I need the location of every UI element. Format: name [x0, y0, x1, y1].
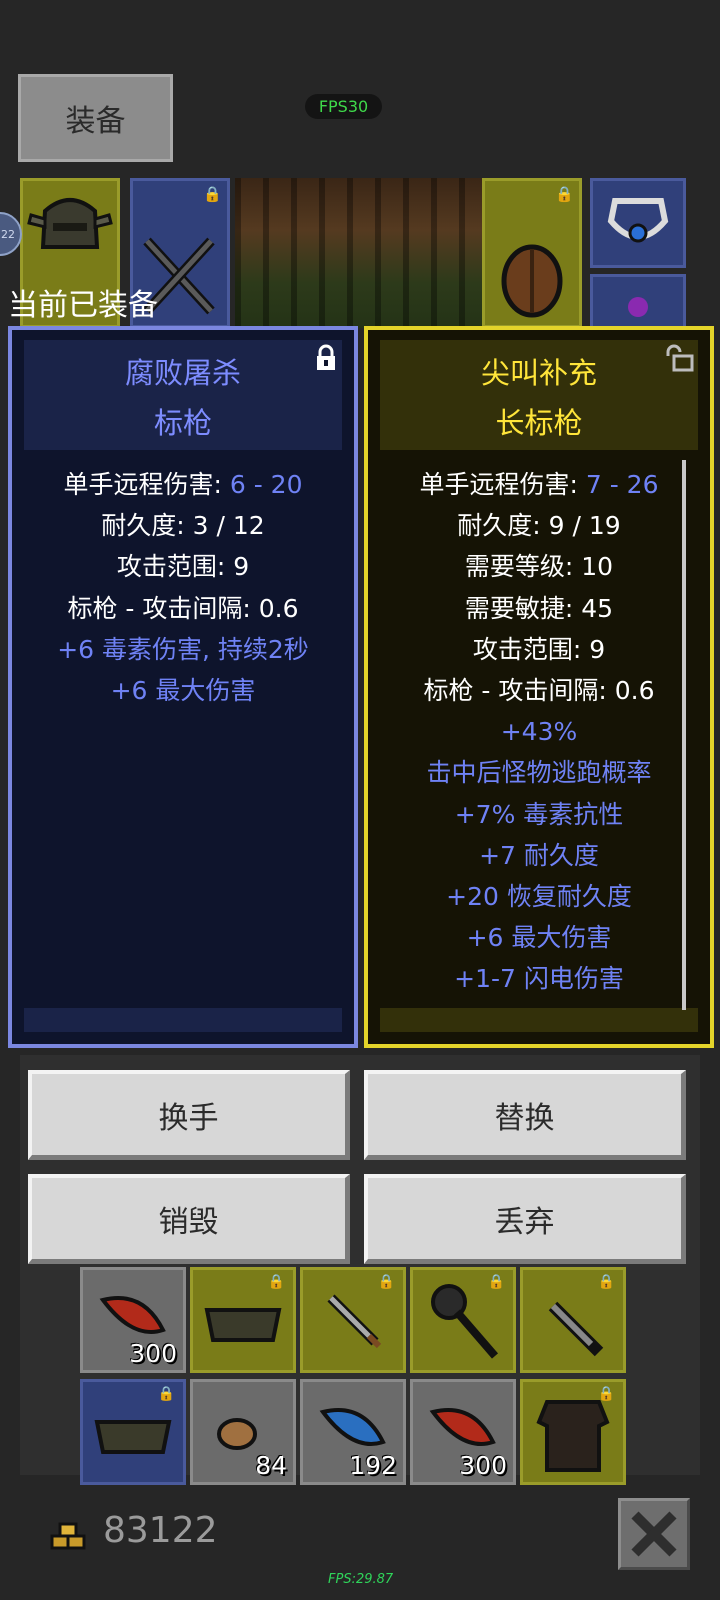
- inventory-slot[interactable]: 300: [80, 1267, 186, 1373]
- stat-durability: 耐久度: 9 / 19: [457, 511, 621, 541]
- destroy-label: 销毁: [158, 1204, 219, 1240]
- mod-line: +7 耐久度: [479, 840, 599, 870]
- item-type: 标枪: [153, 406, 212, 440]
- stat-value: 6 - 20: [229, 470, 303, 499]
- close-icon: [631, 1511, 677, 1557]
- inventory-slot[interactable]: 🔒: [80, 1379, 186, 1485]
- item-stats: 单手远程伤害: 7 - 26 耐久度: 9 / 19 需要等级: 10 需要敏捷…: [368, 464, 710, 1000]
- mod-line: +20 恢复耐久度: [446, 882, 632, 912]
- item-stats: 单手远程伤害: 6 - 20 耐久度: 3 / 12 攻击范围: 9 标枪 - …: [12, 464, 354, 711]
- stat-value: 7 - 26: [585, 470, 659, 499]
- inventory-slot[interactable]: 🔒: [300, 1267, 406, 1373]
- stack-count: 192: [349, 1451, 397, 1480]
- lock-icon: 🔒: [487, 1274, 505, 1290]
- stat-required-dex: 需要敏捷: 45: [464, 593, 614, 623]
- stat-durability: 耐久度: 3 / 12: [101, 511, 265, 541]
- ring-slot[interactable]: [590, 274, 686, 328]
- destroy-button[interactable]: 销毁: [28, 1174, 350, 1264]
- stat-damage: 单手远程伤害: 7 - 26: [368, 464, 710, 505]
- item-name: 尖叫补充: [480, 356, 597, 390]
- lock-icon: 🔒: [377, 1274, 395, 1290]
- equipped-label: 当前已装备: [8, 288, 158, 323]
- ring-icon: [628, 297, 648, 317]
- inventory-slot[interactable]: 🔒: [190, 1267, 296, 1373]
- close-button[interactable]: [618, 1498, 690, 1570]
- stat-range: 攻击范围: 9: [116, 552, 250, 582]
- lock-icon: 🔒: [597, 1274, 615, 1290]
- amulet-slot[interactable]: [590, 178, 686, 268]
- stat-attack-interval: 标枪 - 攻击间隔: 0.6: [423, 676, 655, 706]
- mod-line: +7% 毒素抗性: [454, 799, 624, 829]
- fps-counter: FPS:29.87: [328, 1572, 394, 1587]
- unlocked-icon[interactable]: [664, 344, 694, 372]
- stat-range: 攻击范围: 9: [472, 634, 606, 664]
- mod-line: +43%: [500, 717, 578, 747]
- lock-icon: 🔒: [555, 185, 574, 203]
- stat-required-level: 需要等级: 10: [464, 552, 614, 582]
- level-badge: 22: [0, 212, 22, 256]
- swap-hand-label: 换手: [158, 1100, 219, 1136]
- locked-icon[interactable]: [314, 344, 338, 372]
- background-forest: [235, 178, 495, 328]
- stack-count: 84: [255, 1451, 287, 1480]
- equipment-tab[interactable]: 装备: [18, 74, 173, 162]
- lock-icon: 🔒: [267, 1274, 285, 1290]
- stack-count: 300: [129, 1339, 177, 1368]
- lock-icon: 🔒: [203, 185, 222, 203]
- panel-footer: [24, 1008, 342, 1032]
- helmet-icon: [27, 198, 113, 249]
- mod-line: +6 最大伤害: [466, 923, 612, 953]
- discard-button[interactable]: 丢弃: [364, 1174, 686, 1264]
- inventory-slot[interactable]: 🔒: [410, 1267, 516, 1373]
- amulet-icon: [607, 198, 669, 243]
- stat-damage: 单手远程伤害: 6 - 20: [12, 464, 354, 505]
- stack-count: 300: [459, 1451, 507, 1480]
- inventory-slot[interactable]: 🔒: [520, 1267, 626, 1373]
- stat-label: 单手远程伤害:: [63, 470, 230, 499]
- inventory-slot[interactable]: 192: [300, 1379, 406, 1485]
- mod-line: +6 最大伤害: [110, 676, 256, 706]
- gold-coins-icon: [50, 1522, 86, 1550]
- mod-line: +6 毒素伤害, 持续2秒: [57, 634, 309, 664]
- discard-label: 丢弃: [494, 1204, 555, 1240]
- gold-amount: 83122: [103, 1510, 218, 1551]
- item-type: 长标枪: [495, 406, 583, 440]
- lock-icon: 🔒: [157, 1386, 175, 1402]
- inventory-slot[interactable]: 84: [190, 1379, 296, 1485]
- inventory-slot[interactable]: 🔒: [520, 1379, 626, 1485]
- equipment-tab-label: 装备: [65, 104, 126, 139]
- replace-button[interactable]: 替换: [364, 1070, 686, 1160]
- stat-attack-interval: 标枪 - 攻击间隔: 0.6: [67, 593, 299, 623]
- item-name: 腐败屠杀: [124, 356, 241, 390]
- stats-scrollbar[interactable]: [682, 460, 686, 1010]
- fps-badge: FPS30: [305, 94, 382, 119]
- compared-item-panel: 尖叫补充 长标枪 单手远程伤害: 7 - 26 耐久度: 9 / 19 需要等级…: [364, 326, 714, 1048]
- shield-icon: [501, 244, 563, 318]
- lock-icon: 🔒: [597, 1386, 615, 1402]
- mod-line: +1-7 闪电伤害: [454, 964, 624, 994]
- equipped-item-panel: 腐败屠杀 标枪 单手远程伤害: 6 - 20 耐久度: 3 / 12 攻击范围:…: [8, 326, 358, 1048]
- swap-hand-button[interactable]: 换手: [28, 1070, 350, 1160]
- inventory-slot[interactable]: 300: [410, 1379, 516, 1485]
- stat-label: 单手远程伤害:: [419, 470, 586, 499]
- replace-label: 替换: [494, 1100, 555, 1136]
- shield-slot[interactable]: 🔒: [482, 178, 582, 328]
- panel-footer: [380, 1008, 698, 1032]
- mod-line: 击中后怪物逃跑概率: [426, 758, 652, 788]
